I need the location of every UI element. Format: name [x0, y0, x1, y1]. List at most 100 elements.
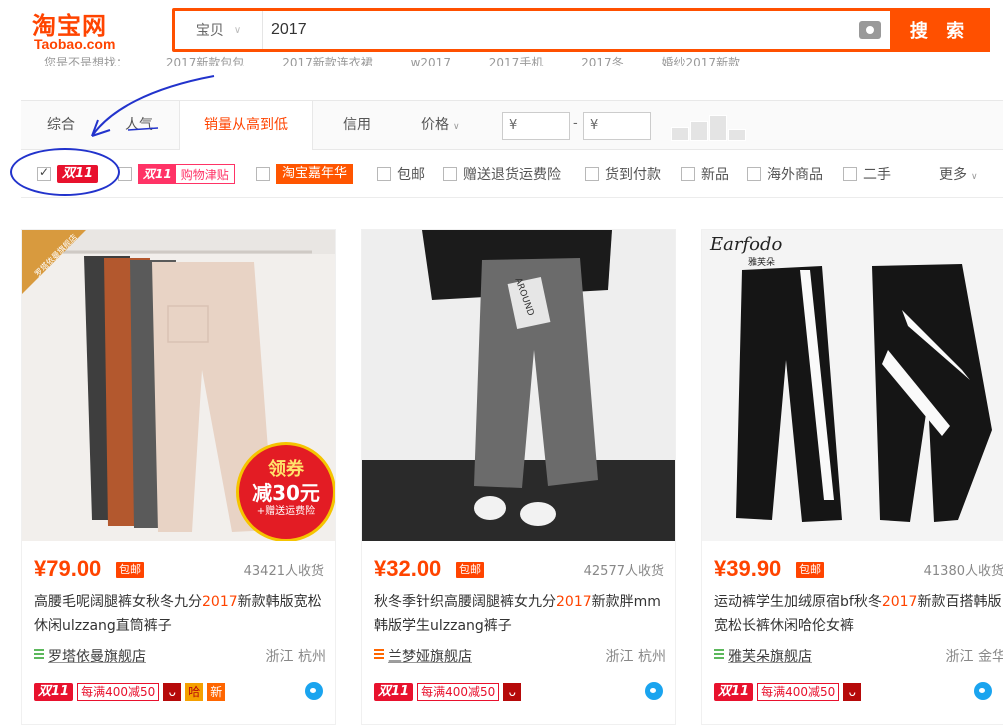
- filter-carnival[interactable]: 淘宝嘉年华: [256, 164, 354, 184]
- coupon-bot: +赠送运费险: [256, 506, 316, 517]
- sort-bar: 综合 人气 销量从高到低 信用 价格 ∨ ¥ - ¥: [21, 100, 1003, 150]
- product-image[interactable]: 罗塔依曼旗舰店 领券 减30元 +赠送运费险: [22, 230, 335, 541]
- more-filters-label: 更多: [939, 167, 967, 183]
- hot-search-item[interactable]: 2017手机: [489, 56, 544, 66]
- filter-label: 包邮: [397, 167, 425, 183]
- sort-price[interactable]: 价格 ∨: [421, 101, 460, 151]
- price-max-input[interactable]: ¥: [583, 112, 651, 140]
- more-filters[interactable]: 更多 ∨: [939, 164, 978, 184]
- search-type-select[interactable]: 宝贝 ∨: [175, 11, 263, 49]
- tmall-icon: ᴗ: [843, 683, 862, 701]
- filter-secondhand[interactable]: 二手: [843, 164, 891, 184]
- aliwangwang-icon[interactable]: [974, 682, 992, 700]
- checkbox[interactable]: [443, 167, 457, 181]
- product-price: ¥79.00: [34, 556, 102, 581]
- product-card[interactable]: Earfodo 雅芙朵 ¥39.90 包邮 41380人收货 运动裤学生加绒原宿…: [701, 229, 1003, 725]
- hot-search-item[interactable]: w2017: [411, 56, 451, 66]
- filter-cod[interactable]: 货到付款: [585, 164, 661, 184]
- search-bar: 宝贝 ∨ 搜 索: [172, 8, 990, 52]
- brand-en: Earfodo: [710, 234, 783, 255]
- shop-row: 兰梦娅旗舰店 浙江 杭州: [374, 646, 666, 666]
- promo-badges: 双11 每满400减50 ᴗ 哈 新: [34, 682, 226, 702]
- logo-en: Taobao.com: [34, 36, 116, 52]
- title-part: 运动裤学生加绒原宿bf秋冬: [714, 594, 882, 610]
- hot-search-item[interactable]: 2017新款连衣裙: [282, 56, 373, 66]
- annotation-circle: [10, 148, 120, 196]
- taobao-logo[interactable]: 淘宝网 Taobao.com: [26, 6, 146, 54]
- checkbox[interactable]: [681, 167, 695, 181]
- coupon-badge: 领券 减30元 +赠送运费险: [236, 442, 335, 541]
- brand-cn: 雅芙朵: [748, 258, 776, 268]
- shop-name[interactable]: 兰梦娅旗舰店: [388, 646, 472, 666]
- jintie-tag-b: 购物津贴: [180, 167, 229, 182]
- filter-jintie[interactable]: 双11 购物津贴: [118, 164, 235, 184]
- title-part: 高腰毛呢阔腿裤女秋冬九分: [34, 594, 202, 610]
- double11-badge: 双11: [714, 683, 754, 701]
- jintie-tag: 双11 购物津贴: [138, 164, 235, 184]
- filter-overseas[interactable]: 海外商品: [747, 164, 823, 184]
- sales-count: 41380人收货: [923, 564, 1003, 579]
- search-type-label: 宝贝: [195, 23, 224, 39]
- search-input[interactable]: [271, 15, 851, 45]
- shop-icon: [34, 649, 44, 661]
- tmall-icon: ᴗ: [503, 683, 522, 701]
- title-highlight: 2017: [881, 594, 918, 610]
- double11-badge: 双11: [374, 683, 414, 701]
- hot-search-item[interactable]: 2017新款包包: [166, 56, 245, 66]
- filter-new[interactable]: 新品: [681, 164, 729, 184]
- sort-default[interactable]: 综合: [47, 101, 75, 149]
- sort-popularity[interactable]: 人气: [125, 101, 153, 149]
- filter-label: 货到付款: [605, 167, 661, 183]
- shop-name[interactable]: 罗塔依曼旗舰店: [48, 646, 146, 666]
- sort-sales[interactable]: 销量从高到低: [179, 101, 313, 150]
- discount-badge: 每满400减50: [77, 683, 160, 701]
- jintie-tag-a: 双11: [139, 165, 176, 183]
- chevron-down-icon: ∨: [971, 172, 978, 182]
- shop-location: 浙江 金华: [945, 649, 1003, 665]
- checkbox[interactable]: [256, 167, 270, 181]
- title-part: 秋冬季针织高腰阔腿裤女九分: [374, 594, 556, 610]
- filter-free-shipping[interactable]: 包邮: [377, 164, 425, 184]
- coupon-top: 领券: [268, 459, 304, 480]
- product-title[interactable]: 运动裤学生加绒原宿bf秋冬2017新款百搭韩版宽松长裤休闲哈伦女裤: [714, 590, 1003, 638]
- price-dash: -: [573, 116, 578, 131]
- shop-icon: [714, 649, 724, 661]
- sales-count: 43421人收货: [243, 564, 324, 579]
- price-min-input[interactable]: ¥: [502, 112, 570, 140]
- sales-count: 42577人收货: [583, 564, 664, 579]
- search-button[interactable]: 搜 索: [890, 8, 990, 52]
- product-card[interactable]: 罗塔依曼旗舰店 领券 减30元 +赠送运费险 ¥79.00 包邮 43421人收…: [21, 229, 336, 725]
- shop-location: 浙江 杭州: [605, 649, 666, 665]
- hot-search-item[interactable]: 婚纱2017新款: [662, 56, 741, 66]
- checkbox[interactable]: [747, 167, 761, 181]
- product-image[interactable]: AROUND: [362, 230, 675, 541]
- sort-credit[interactable]: 信用: [343, 101, 371, 149]
- hot-search-item[interactable]: 2017冬: [581, 56, 624, 66]
- ha-badge: 哈: [185, 683, 204, 701]
- shop-row: 罗塔依曼旗舰店 浙江 杭州: [34, 646, 326, 666]
- shop-name[interactable]: 雅芙朵旗舰店: [728, 646, 812, 666]
- chevron-down-icon: ∨: [233, 24, 242, 36]
- checkbox[interactable]: [585, 167, 599, 181]
- price-row: ¥79.00 包邮 43421人收货: [34, 556, 324, 582]
- tmall-icon: ᴗ: [163, 683, 182, 701]
- filter-label: 二手: [863, 167, 891, 183]
- filter-label: 新品: [701, 167, 729, 183]
- product-card[interactable]: AROUND ¥32.00 包邮 42577人收货 秋冬季针织高腰阔腿裤女九分2…: [361, 229, 676, 725]
- product-title[interactable]: 高腰毛呢阔腿裤女秋冬九分2017新款韩版宽松休闲ulzzang直筒裤子: [34, 590, 326, 638]
- sort-price-label: 价格: [421, 117, 449, 133]
- discount-badge: 每满400减50: [757, 683, 840, 701]
- free-shipping-badge: 包邮: [456, 562, 484, 578]
- product-price: ¥39.90: [714, 556, 782, 581]
- product-title[interactable]: 秋冬季针织高腰阔腿裤女九分2017新款胖mm韩版学生ulzzang裤子: [374, 590, 666, 638]
- aliwangwang-icon[interactable]: [305, 682, 323, 700]
- camera-icon[interactable]: [859, 21, 881, 39]
- checkbox[interactable]: [377, 167, 391, 181]
- filter-return-insurance[interactable]: 赠送退货运费险: [443, 164, 561, 184]
- checkbox[interactable]: [843, 167, 857, 181]
- product-price: ¥32.00: [374, 556, 442, 581]
- checkbox[interactable]: [118, 167, 132, 181]
- price-distribution-chart[interactable]: [671, 113, 749, 141]
- aliwangwang-icon[interactable]: [645, 682, 663, 700]
- product-image[interactable]: Earfodo 雅芙朵: [702, 230, 1003, 541]
